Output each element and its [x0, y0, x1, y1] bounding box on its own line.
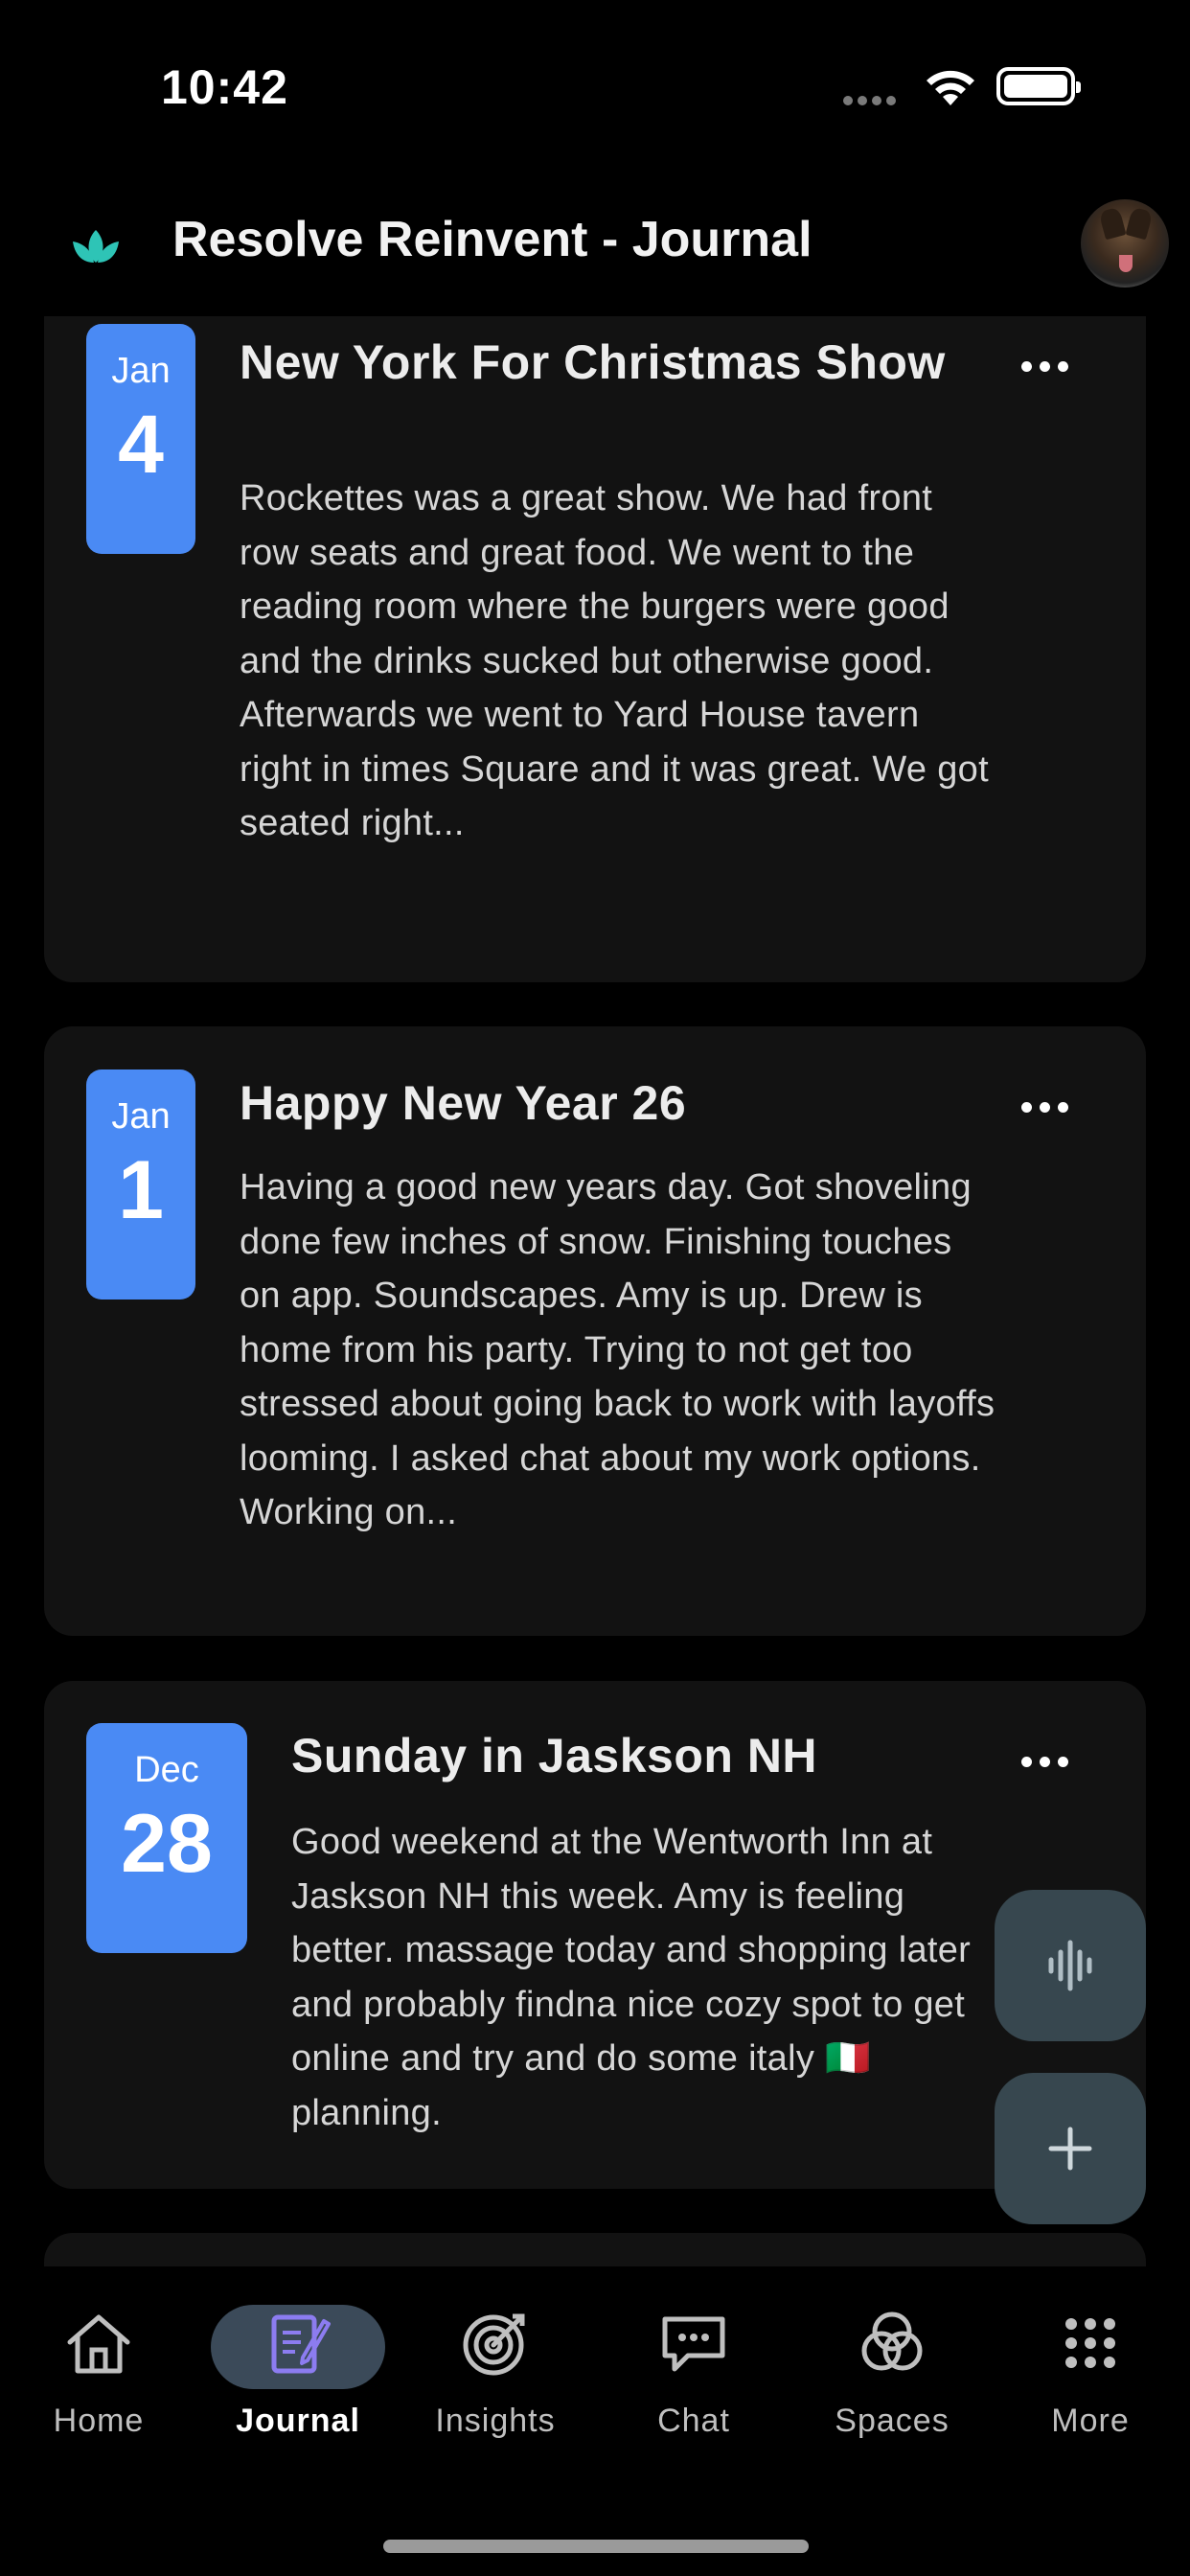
cellular-signal-icon — [843, 93, 901, 110]
target-icon — [463, 2313, 525, 2376]
grid-icon — [1065, 2318, 1115, 2368]
date-month: Dec — [134, 1750, 199, 1790]
wifi-icon — [927, 70, 974, 105]
entry-body: Having a good new years day. Got shoveli… — [240, 1167, 995, 1532]
nav-label: Chat — [657, 2403, 730, 2439]
lotus-logo-icon — [73, 230, 119, 263]
journal-entry-card[interactable]: Dec 28 Sunday in Jaskson NH Good weekend… — [44, 1681, 1146, 2189]
entry-body: Rockettes was a great show. We had front… — [240, 478, 989, 843]
home-indicator — [383, 2540, 809, 2553]
battery-icon — [996, 67, 1081, 105]
voice-entry-button[interactable] — [995, 1890, 1146, 2041]
nav-item-chat[interactable]: Chat — [607, 2305, 780, 2440]
date-day: 4 — [118, 399, 164, 491]
entry-title: Sunday in Jaskson NH — [291, 1729, 818, 1782]
nav-item-home[interactable]: Home — [12, 2305, 185, 2440]
date-month: Jan — [111, 1096, 171, 1137]
page-title: Resolve Reinvent - Journal — [172, 212, 812, 267]
waveform-icon — [1048, 1940, 1092, 1991]
nav-label: Home — [53, 2403, 145, 2439]
journal-entry-card[interactable]: Jan 4 New York For Christmas Show Rocket… — [44, 316, 1146, 982]
nav-item-insights[interactable]: Insights — [409, 2305, 582, 2440]
nav-label: Journal — [236, 2403, 360, 2439]
nav-label: More — [1051, 2403, 1130, 2439]
journal-entry-card[interactable] — [44, 2233, 1146, 2266]
bottom-nav: Home Journal Insights Chat Spaces More — [0, 2266, 1190, 2576]
add-entry-button[interactable] — [995, 2073, 1146, 2224]
more-options-icon[interactable] — [1018, 353, 1075, 381]
home-icon — [67, 2314, 130, 2374]
more-options-icon[interactable] — [1018, 1748, 1075, 1777]
date-badge: Jan 1 — [86, 1070, 195, 1300]
date-day: 28 — [121, 1798, 213, 1890]
nav-item-spaces[interactable]: Spaces — [806, 2305, 978, 2440]
avatar[interactable] — [1081, 199, 1169, 288]
nav-label: Insights — [435, 2403, 556, 2439]
date-month: Jan — [111, 351, 171, 391]
journal-entry-card[interactable]: Jan 1 Happy New Year 26 Having a good ne… — [44, 1026, 1146, 1636]
entry-title: New York For Christmas Show — [240, 335, 946, 389]
nav-label: Spaces — [835, 2403, 950, 2439]
nav-item-journal[interactable]: Journal — [212, 2305, 384, 2440]
date-badge: Dec 28 — [86, 1723, 247, 1953]
spaces-icon — [861, 2312, 923, 2371]
nav-item-more[interactable]: More — [1004, 2305, 1177, 2440]
date-badge: Jan 4 — [86, 324, 195, 554]
chat-icon — [662, 2316, 725, 2372]
status-time: 10:42 — [161, 60, 288, 114]
journal-icon — [271, 2314, 331, 2374]
entry-title: Happy New Year 26 — [240, 1076, 687, 1130]
more-options-icon[interactable] — [1018, 1093, 1075, 1122]
app-header: Resolve Reinvent - Journal — [0, 172, 1190, 316]
plus-icon — [1048, 2127, 1092, 2171]
date-day: 1 — [118, 1144, 164, 1236]
status-bar: 10:42 — [0, 0, 1190, 172]
entry-body: Good weekend at the Wentworth Inn at Jas… — [291, 1822, 972, 2133]
